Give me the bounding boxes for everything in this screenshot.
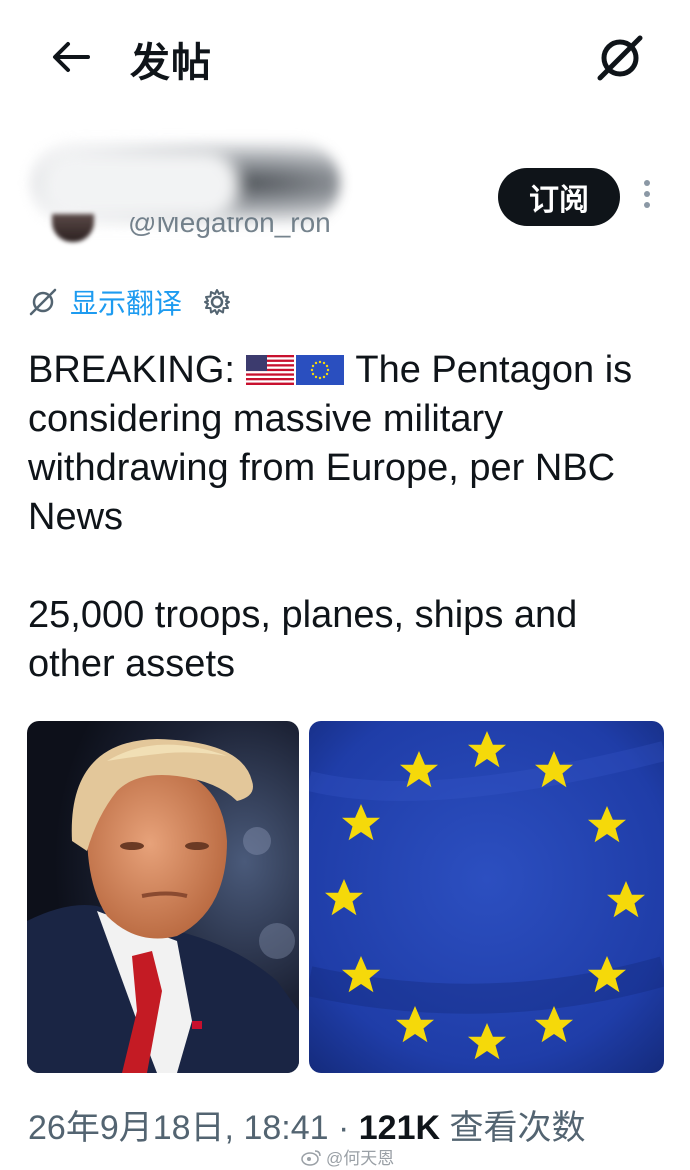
breaking-label: BREAKING:	[28, 349, 235, 391]
grok-icon[interactable]	[594, 32, 646, 84]
top-bar: 发帖	[0, 0, 690, 115]
watermark: @何天恩	[300, 1144, 394, 1169]
watermark-text: @何天恩	[326, 1149, 395, 1168]
post-text-paragraph-2: 25,000 troops, planes, ships and other a…	[28, 591, 678, 689]
gear-icon[interactable]	[202, 287, 232, 317]
media-image-portrait[interactable]	[27, 721, 299, 1073]
views-count: 121K	[358, 1109, 441, 1147]
post-line-1-text: The Pentagon is	[355, 349, 633, 391]
post-line-4: News	[28, 496, 124, 538]
subscribe-button[interactable]: 订阅	[498, 168, 620, 226]
weibo-icon	[301, 1149, 321, 1166]
arrow-left-icon[interactable]	[48, 34, 94, 80]
more-options-icon[interactable]	[640, 180, 654, 214]
post-line-2: considering massive military	[28, 398, 504, 440]
media-image-eu-flag[interactable]	[309, 721, 664, 1073]
meta-separator: ·	[337, 1109, 350, 1147]
post-text: BREAKING: The Pentagon is considering ma…	[28, 346, 678, 542]
eu-flag-photo	[309, 721, 664, 1073]
show-translation-link[interactable]: 显示翻译	[70, 282, 182, 322]
translate-row: 显示翻译	[28, 282, 232, 322]
grok-translate-icon	[29, 288, 57, 316]
post-line-3: withdrawing from Europe, per NBC	[28, 447, 616, 489]
eu-flag-icon	[295, 355, 344, 385]
views-label: 查看次数	[449, 1109, 586, 1147]
redacted-name-highlight	[40, 150, 240, 220]
post-line-1: BREAKING: The Pentagon is	[28, 346, 678, 395]
post-meta: 26年9月18日, 18:41 · 121K 查看次数	[28, 1100, 586, 1149]
portrait-photo	[27, 721, 299, 1073]
page-title: 发帖	[130, 41, 212, 85]
post-para2-line-2: other assets	[28, 643, 235, 685]
post-timestamp[interactable]: 26年9月18日, 18:41	[28, 1109, 329, 1147]
us-flag-icon	[245, 355, 294, 385]
post-para2-line-1: 25,000 troops, planes, ships and	[28, 594, 578, 636]
